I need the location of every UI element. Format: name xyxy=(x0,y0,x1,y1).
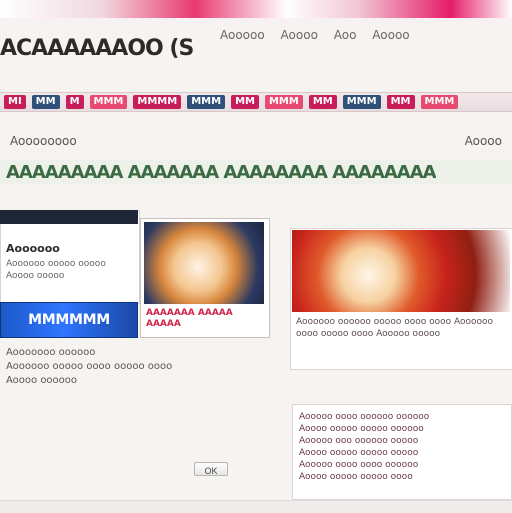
sub-bar: Aoooooooo Aoooo xyxy=(0,128,512,154)
article-link[interactable]: Aooooo oooo oooo oooooo xyxy=(299,459,505,471)
nav-item[interactable]: MM xyxy=(386,95,415,109)
nav-item[interactable]: MMM xyxy=(264,95,303,109)
header-link[interactable]: Aoooo xyxy=(281,28,318,42)
left-panel-description: Aoooooo ooooo ooooo Aoooo ooooo xyxy=(6,259,106,281)
header-link[interactable]: Aooooo xyxy=(220,28,265,42)
top-brand-strip xyxy=(0,0,512,18)
nav-item[interactable]: MMM xyxy=(342,95,381,109)
right-feature-title[interactable]: Aoooooo oooooo ooooo oooo oooo Aoooooo o… xyxy=(296,316,506,358)
nav-item[interactable]: MMM xyxy=(89,95,128,109)
header-links: Aooooo Aoooo Aoo Aoooo xyxy=(220,28,512,48)
left-panel xyxy=(0,210,140,304)
left-meta: Aooooooo oooooo Aoooooo ooooo oooo ooooo… xyxy=(6,346,246,388)
promo-banner[interactable]: MMMMMM xyxy=(0,302,138,338)
header-link[interactable]: Aoooo xyxy=(372,28,409,42)
article-link[interactable]: Aooooo oooo oooooo oooooo xyxy=(299,411,505,423)
headline-ticker: AAAAAAAAA AAAAAAA AAAAAAAA AAAAAAAA xyxy=(0,160,512,184)
main-navigation: MI MM M MMM MMMM MMM MM MMM MM MMM MM MM… xyxy=(0,92,512,112)
meta-line: Aooooooo oooooo xyxy=(6,347,96,358)
nav-item[interactable]: MMM xyxy=(187,95,226,109)
article-link[interactable]: Aoooo ooooo ooooo ooooo xyxy=(299,447,505,459)
bottom-rule xyxy=(0,500,512,513)
nav-item[interactable]: MI xyxy=(4,95,26,109)
header-link[interactable]: Aoo xyxy=(334,28,357,42)
nav-item[interactable]: MM xyxy=(31,95,60,109)
nav-item[interactable]: MMMM xyxy=(133,95,182,109)
article-link[interactable]: Aoooo ooooo ooooo oooooo xyxy=(299,423,505,435)
nav-item[interactable]: MM xyxy=(308,95,337,109)
nav-item[interactable]: MMM xyxy=(420,95,459,109)
small-button[interactable]: OK xyxy=(194,462,228,476)
promo-text: MMMMMM xyxy=(28,312,110,328)
ticker-text[interactable]: AAAAAAAAA AAAAAAA AAAAAAAA AAAAAAAA xyxy=(6,162,436,183)
article-link[interactable]: Aoooo ooooo ooooo oooo xyxy=(299,471,505,483)
nav-item[interactable]: MM xyxy=(231,95,259,109)
meta-line: Aoooooo ooooo oooo ooooo oooo xyxy=(6,361,173,372)
subbar-left-text: Aoooooooo xyxy=(10,134,77,148)
right-feature-image[interactable] xyxy=(292,230,510,312)
article-link[interactable]: Aooooo ooo oooooo ooooo xyxy=(299,435,505,447)
nav-item[interactable]: M xyxy=(65,95,84,109)
subbar-right-text: Aoooo xyxy=(464,134,502,148)
left-panel-title[interactable]: Aoooooo xyxy=(6,242,132,255)
left-panel-header xyxy=(0,210,138,224)
featured-caption[interactable]: AAAAAAA AAAAA AAAAA xyxy=(146,308,264,332)
featured-image[interactable] xyxy=(144,222,264,304)
site-title[interactable]: ACAAAAAAOO (S xyxy=(0,36,220,62)
meta-line: Aoooo oooooo xyxy=(6,375,78,386)
article-list: Aooooo oooo oooooo oooooo Aoooo ooooo oo… xyxy=(292,404,512,500)
